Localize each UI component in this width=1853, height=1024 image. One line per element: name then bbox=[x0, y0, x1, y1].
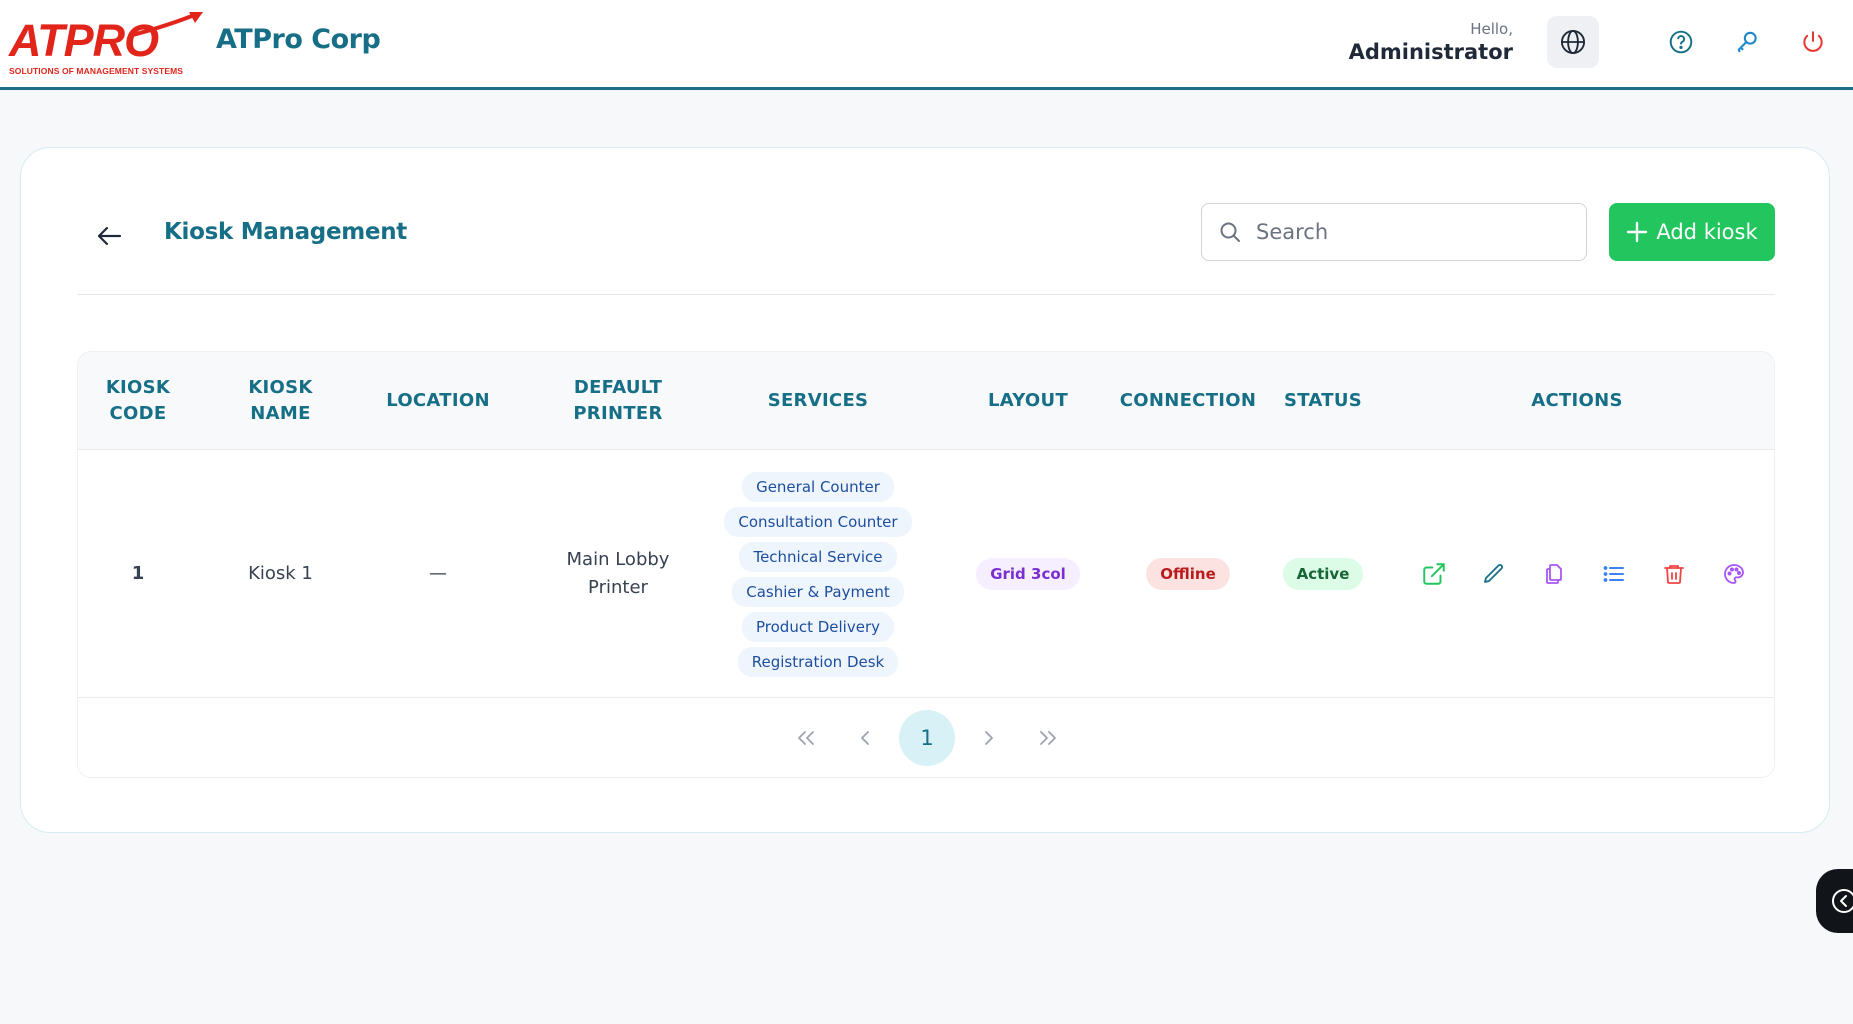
open-kiosk-button[interactable] bbox=[1418, 558, 1450, 590]
column-header-location[interactable]: LOCATION bbox=[358, 352, 518, 450]
logo-swoosh-icon bbox=[128, 12, 203, 38]
status-badge: Active bbox=[1282, 558, 1364, 590]
search-icon bbox=[1216, 218, 1244, 246]
cell-services: General Counter Consultation Counter Tec… bbox=[708, 450, 928, 698]
copy-icon bbox=[1546, 564, 1562, 584]
kiosk-table: KIOSK CODE KIOSK NAME LOCATION DEFAULT P… bbox=[77, 351, 1775, 778]
chevron-left-icon bbox=[861, 731, 869, 745]
service-tag: Cashier & Payment bbox=[732, 576, 904, 607]
table-row: 1 Kiosk 1 — Main Lobby Printer General C… bbox=[78, 450, 1774, 698]
chevron-right-icon bbox=[985, 731, 993, 745]
top-navbar: ATPRO SOLUTIONS OF MANAGEMENT SYSTEMS AT… bbox=[0, 0, 1853, 90]
header-divider bbox=[77, 294, 1775, 295]
company-name: ATPro Corp bbox=[216, 24, 381, 55]
next-page-button[interactable] bbox=[960, 710, 1016, 766]
help-button[interactable] bbox=[1665, 26, 1697, 58]
page-1-button[interactable]: 1 bbox=[899, 710, 955, 766]
add-kiosk-button[interactable]: Add kiosk bbox=[1609, 203, 1775, 261]
column-header-actions: ACTIONS bbox=[1531, 390, 1623, 411]
column-header-status[interactable]: STATUS bbox=[1268, 352, 1378, 450]
column-header-kiosk-code[interactable]: KIOSK CODE bbox=[78, 352, 198, 450]
column-header-default-printer[interactable]: DEFAULT PRINTER bbox=[548, 352, 688, 450]
language-button[interactable] bbox=[1547, 16, 1599, 68]
kiosk-services-list-button[interactable] bbox=[1598, 558, 1630, 590]
floating-side-tab[interactable] bbox=[1816, 869, 1853, 933]
arrow-left-icon bbox=[97, 226, 122, 246]
table-header: KIOSK CODE KIOSK NAME LOCATION DEFAULT P… bbox=[78, 352, 1774, 450]
column-header-services[interactable]: SERVICES bbox=[708, 352, 928, 450]
plus-icon bbox=[1627, 221, 1648, 243]
service-tag: Technical Service bbox=[739, 541, 897, 572]
logo-tagline: SOLUTIONS OF MANAGEMENT SYSTEMS bbox=[9, 66, 184, 76]
palette-icon bbox=[1724, 564, 1744, 584]
cell-kiosk-code: 1 bbox=[131, 563, 145, 584]
open-external-icon bbox=[1423, 563, 1445, 585]
last-page-button[interactable] bbox=[1020, 710, 1076, 766]
layout-badge: Grid 3col bbox=[976, 558, 1080, 590]
duplicate-kiosk-button[interactable] bbox=[1538, 558, 1570, 590]
edit-icon bbox=[1484, 564, 1503, 583]
globe-icon bbox=[1560, 29, 1586, 55]
service-tag: Consultation Counter bbox=[724, 506, 912, 537]
back-button[interactable] bbox=[91, 218, 127, 254]
cell-connection: Offline bbox=[1108, 450, 1268, 698]
user-name: Administrator bbox=[1348, 40, 1513, 64]
kiosk-theme-button[interactable] bbox=[1718, 558, 1750, 590]
add-kiosk-label: Add kiosk bbox=[1656, 220, 1758, 244]
atpro-logo[interactable]: ATPRO SOLUTIONS OF MANAGEMENT SYSTEMS bbox=[9, 10, 203, 76]
delete-kiosk-button[interactable] bbox=[1658, 558, 1690, 590]
collapse-arrow-icon bbox=[1832, 889, 1853, 913]
service-tag: Product Delivery bbox=[742, 611, 894, 642]
pagination: 1 bbox=[78, 698, 1774, 777]
cell-default-printer: Main Lobby Printer bbox=[566, 549, 670, 598]
search-input[interactable] bbox=[1256, 220, 1556, 244]
cell-layout: Grid 3col bbox=[948, 450, 1108, 698]
service-tag: General Counter bbox=[742, 471, 894, 502]
search-box[interactable] bbox=[1201, 203, 1587, 261]
power-icon bbox=[1803, 31, 1823, 52]
column-header-layout[interactable]: LAYOUT bbox=[948, 352, 1108, 450]
column-header-connection[interactable]: CONNECTION bbox=[1108, 352, 1268, 450]
chevrons-right-icon bbox=[1040, 731, 1056, 745]
first-page-button[interactable] bbox=[778, 710, 834, 766]
logout-button[interactable] bbox=[1797, 26, 1829, 58]
cell-location: — bbox=[429, 563, 447, 584]
key-icon bbox=[1737, 31, 1757, 53]
help-icon bbox=[1669, 30, 1693, 54]
edit-kiosk-button[interactable] bbox=[1478, 558, 1510, 590]
column-header-kiosk-name[interactable]: KIOSK NAME bbox=[233, 352, 328, 450]
page-title: Kiosk Management bbox=[164, 219, 408, 245]
delete-icon bbox=[1664, 565, 1684, 584]
user-greeting: Hello, Administrator bbox=[1349, 20, 1513, 66]
greeting-text: Hello, bbox=[1470, 20, 1513, 38]
change-password-button[interactable] bbox=[1731, 26, 1763, 58]
service-tag: Registration Desk bbox=[737, 646, 899, 677]
chevrons-left-icon bbox=[798, 731, 814, 745]
kiosk-management-card: Kiosk Management Add kiosk KIOSK CODE KI… bbox=[20, 147, 1830, 833]
list-icon bbox=[1603, 566, 1624, 582]
connection-badge: Offline bbox=[1146, 558, 1230, 590]
prev-page-button[interactable] bbox=[838, 710, 894, 766]
cell-kiosk-name: Kiosk 1 bbox=[248, 563, 313, 584]
cell-status: Active bbox=[1268, 450, 1378, 698]
